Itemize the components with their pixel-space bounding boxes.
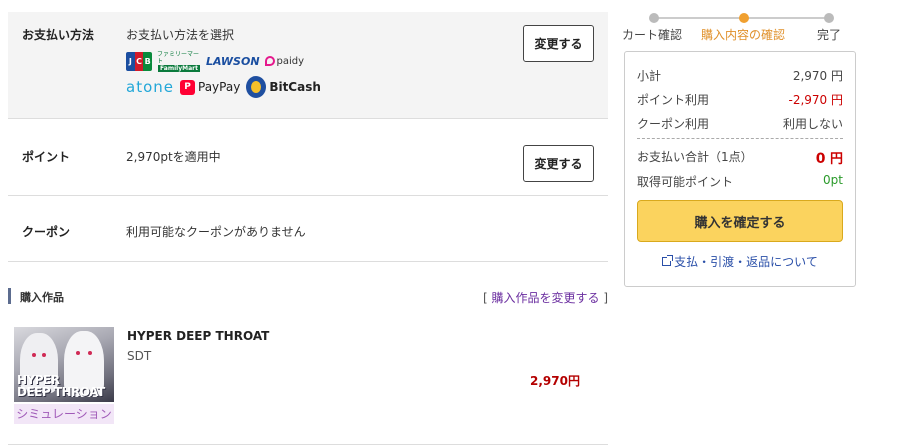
coupon-section: クーポン 利用可能なクーポンがありません xyxy=(8,196,608,262)
change-works-link[interactable]: 購入作品を変更する xyxy=(491,291,599,305)
confirm-purchase-button[interactable]: 購入を確定する xyxy=(637,200,843,242)
work-title[interactable]: HYPER DEEP THROAT xyxy=(127,329,269,343)
points-value: 2,970ptを適用中 xyxy=(126,150,221,164)
step-dot-cart xyxy=(649,13,659,23)
work-item: HYPER DEEP THROAT シミュレーション HYPER DEEP TH… xyxy=(8,327,608,445)
works-header: 購入作品 [ 購入作品を変更する ] xyxy=(8,288,608,306)
familymart-logo: ファミリーマート FamilyMart xyxy=(157,50,200,72)
paidy-icon xyxy=(264,56,275,66)
coupon-used-value: 利用しない xyxy=(782,117,843,131)
external-link-icon xyxy=(662,255,674,266)
coupon-label: クーポン xyxy=(22,225,71,239)
points-used-value: -2,970 円 xyxy=(788,93,844,107)
change-points-button[interactable]: 変更する xyxy=(523,145,594,182)
work-circle[interactable]: SDT xyxy=(127,349,151,363)
earn-points-row: 取得可能ポイント 0pt xyxy=(637,173,843,189)
genre-tag[interactable]: シミュレーション xyxy=(14,404,114,424)
coupon-used-row: クーポン利用 利用しない xyxy=(637,117,843,131)
lawson-logo: LAWSON xyxy=(206,54,260,68)
summary-divider xyxy=(637,138,843,139)
works-heading: 購入作品 xyxy=(20,291,64,304)
checkout-steps: カート確認 購入内容の確認 完了 xyxy=(622,12,854,42)
paidy-logo: paidy xyxy=(264,56,304,67)
thumbnail-title: HYPER DEEP THROAT xyxy=(17,373,105,399)
section-bar xyxy=(8,288,11,304)
step-dot-complete xyxy=(824,13,834,23)
subtotal-value: 2,970 円 xyxy=(792,69,843,83)
total-row: お支払い合計（1点） 0 円 xyxy=(637,150,843,167)
points-label: ポイント xyxy=(22,150,71,164)
change-payment-button[interactable]: 変更する xyxy=(523,25,594,62)
order-summary: 小計 2,970 円 ポイント利用 -2,970 円 クーポン利用 利用しない … xyxy=(624,51,856,287)
subtotal-row: 小計 2,970 円 xyxy=(637,69,843,83)
change-works-link-wrap: [ 購入作品を変更する ] xyxy=(482,291,608,305)
payment-logos-row-1: J C B ファミリーマート FamilyMart LAWSON paidy xyxy=(126,50,304,72)
step-dot-confirm xyxy=(739,13,749,23)
step-cart: カート確認 xyxy=(622,28,683,42)
payment-value: お支払い方法を選択 xyxy=(126,28,235,42)
atone-logo: atone xyxy=(126,78,174,96)
payment-policy-link[interactable]: 支払・引渡・返品について xyxy=(625,253,855,270)
payment-section: お支払い方法 お支払い方法を選択 J C B ファミリーマート FamilyMa… xyxy=(8,12,608,119)
payment-label: お支払い方法 xyxy=(22,28,95,42)
bitcash-logo: BitCash xyxy=(246,76,321,98)
points-used-row: ポイント利用 -2,970 円 xyxy=(637,93,844,107)
total-value: 0 円 xyxy=(815,151,843,167)
checkout-main: お支払い方法 お支払い方法を選択 J C B ファミリーマート FamilyMa… xyxy=(8,12,608,445)
points-section: ポイント 2,970ptを適用中 変更する xyxy=(8,119,608,196)
bitcash-icon xyxy=(246,76,267,98)
jcb-logo: J C B xyxy=(126,51,152,71)
step-complete: 完了 xyxy=(817,28,842,42)
work-thumbnail[interactable]: HYPER DEEP THROAT xyxy=(14,327,114,402)
work-price: 2,970円 xyxy=(530,374,580,388)
paypay-logo: P PayPay xyxy=(180,79,240,95)
payment-logos-row-2: atone P PayPay BitCash xyxy=(126,76,321,98)
earn-points-value: 0pt xyxy=(823,173,843,187)
step-confirm: 購入内容の確認 xyxy=(701,28,786,42)
paypay-icon: P xyxy=(180,79,195,95)
coupon-value: 利用可能なクーポンがありません xyxy=(126,225,306,239)
